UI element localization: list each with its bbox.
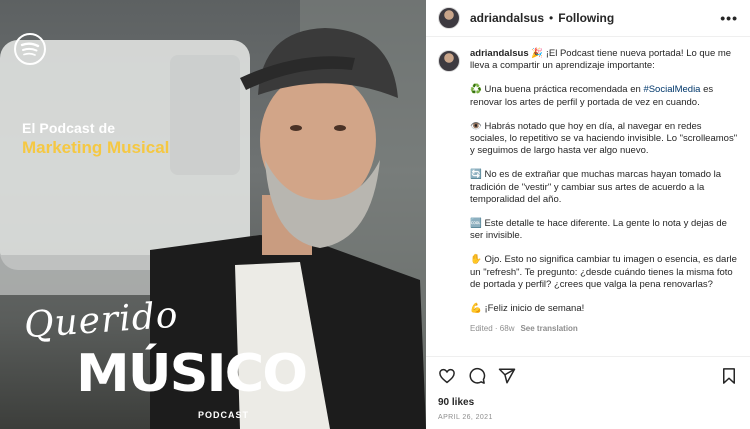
caption-body: adriandalsus 🎉 ¡El Podcast tiene nueva p…	[470, 48, 738, 335]
hashtag-link[interactable]: #SocialMedia	[643, 84, 700, 95]
caption-meta: Edited · 68w See translation	[470, 323, 738, 335]
header-username[interactable]: adriandalsus	[470, 11, 544, 25]
post-panel: adriandalsus • Following ••• adriandalsu…	[426, 0, 750, 429]
caption-paragraph: 🔄 No es de extrañar que muchas marcas ha…	[470, 169, 722, 205]
header-separator: •	[549, 11, 554, 25]
bookmark-icon[interactable]	[720, 367, 738, 385]
post-image[interactable]: El Podcast de Marketing Musical Querido …	[0, 0, 426, 429]
post-header: adriandalsus • Following •••	[426, 0, 750, 37]
spotify-icon	[14, 33, 46, 65]
comments-area[interactable]: adriandalsus 🎉 ¡El Podcast tiene nueva p…	[426, 38, 750, 356]
caption: adriandalsus 🎉 ¡El Podcast tiene nueva p…	[438, 48, 738, 335]
podcast-prefix: El Podcast de	[22, 120, 116, 136]
post-date[interactable]: APRIL 26, 2021	[438, 414, 738, 421]
likes-count[interactable]: 90 likes	[438, 397, 738, 408]
share-icon[interactable]	[498, 367, 516, 385]
heart-icon[interactable]	[438, 367, 456, 385]
cover-podcast-tag: PODCAST	[198, 410, 250, 420]
caption-paragraph: ♻️ Una buena práctica recomendada en	[470, 84, 644, 96]
podcast-title: Marketing Musical	[22, 138, 170, 157]
caption-paragraph: 👁️ Habrás notado que hoy en día, al nave…	[470, 120, 738, 157]
avatar[interactable]	[438, 50, 460, 72]
more-horizontal-icon[interactable]: •••	[720, 10, 738, 26]
edited-timestamp: Edited · 68w	[470, 324, 515, 334]
caption-paragraph: 🆒 Este detalle te hace diferente. La gen…	[470, 218, 727, 242]
caption-paragraph: 💪 ¡Feliz inicio de semana!	[470, 303, 585, 315]
avatar[interactable]	[438, 7, 460, 29]
post-actions: 90 likes APRIL 26, 2021	[426, 356, 750, 429]
caption-paragraph: ✋ Ojo. Esto no significa cambiar tu imag…	[470, 254, 737, 290]
cover-big-word: MÚSICO	[76, 343, 308, 404]
following-button[interactable]: Following	[558, 11, 614, 25]
comment-icon[interactable]	[468, 367, 486, 385]
see-translation-link[interactable]: See translation	[520, 324, 577, 333]
caption-username[interactable]: adriandalsus	[470, 48, 529, 59]
